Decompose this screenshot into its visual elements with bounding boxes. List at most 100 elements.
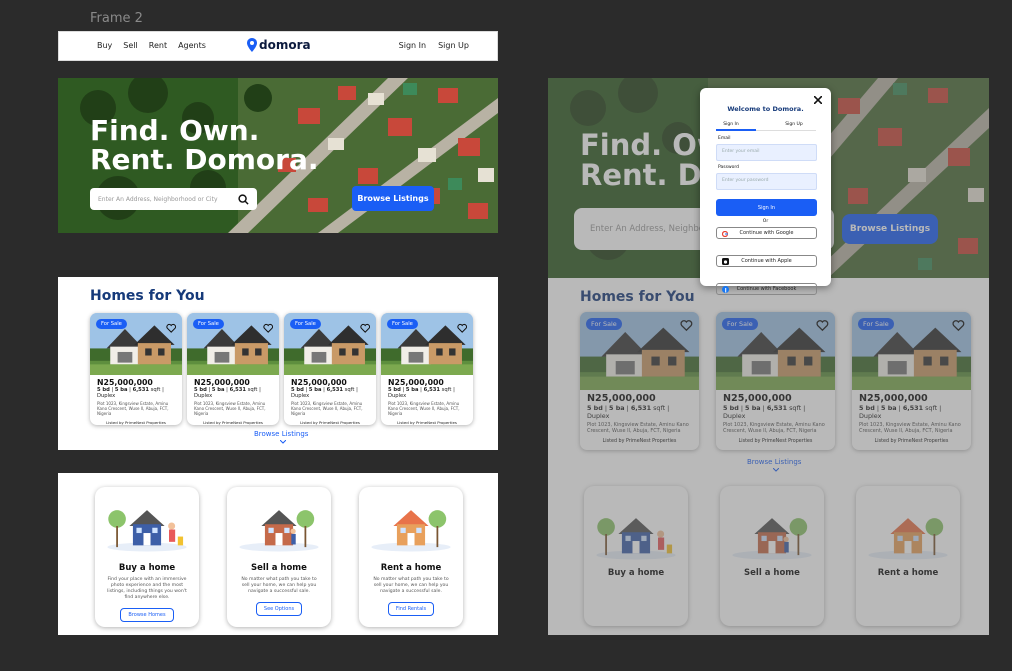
apple-icon — [722, 258, 729, 265]
listed-by: Listed by PrimeNest Properties — [203, 419, 263, 425]
rent-illustration-icon — [371, 510, 451, 552]
service-desc: No matter what path you take to sell you… — [241, 577, 317, 594]
modal-title: Welcome to Domora. — [727, 105, 804, 113]
listing-photo: For Sale — [187, 313, 279, 375]
sqft: 6,531 — [132, 387, 149, 393]
listing-stats: 5 bd | 5 ba | 6,531 sqft | Duplex — [97, 387, 164, 399]
listing-address: Plot 1023, Kingsview Estate, Aminu Kano … — [291, 401, 363, 417]
nav-auth: Sign In Sign Up — [399, 41, 469, 50]
listing-stats: 5 bd | 5 ba | 6,531 sqft | Duplex — [194, 387, 261, 399]
listing-stats: 5 bd | 5 ba | 6,531 sqft | Duplex — [291, 387, 358, 399]
sqft-unit: sqft — [247, 387, 258, 393]
listing-address: Plot 1023, Kingsview Estate, Aminu Kano … — [97, 401, 169, 417]
google-button[interactable]: Continue with Google — [716, 227, 817, 239]
property-type: Duplex — [388, 393, 407, 399]
sign-up-link[interactable]: Sign Up — [438, 41, 469, 50]
favorite-button[interactable] — [165, 318, 176, 337]
heart-icon[interactable] — [165, 323, 176, 333]
hero-line-1: Find. Own. — [90, 114, 260, 147]
heart-icon[interactable] — [262, 323, 273, 333]
property-type: Duplex — [97, 393, 116, 399]
heart-icon[interactable] — [359, 323, 370, 333]
favorite-button[interactable] — [262, 318, 273, 337]
apple-label: Continue with Apple — [741, 258, 792, 264]
search-icon[interactable] — [238, 193, 249, 205]
service-title: Buy a home — [118, 563, 176, 573]
google-label: Continue with Google — [739, 230, 794, 236]
listing-photo: For Sale — [90, 313, 182, 375]
baths: 5 ba — [211, 387, 225, 393]
listing-photo: For Sale — [284, 313, 376, 375]
hero-title: Find. Own. Rent. Domora. — [90, 116, 318, 175]
chevron-down-icon[interactable] — [280, 440, 286, 444]
apple-button[interactable]: Continue with Apple — [716, 255, 817, 267]
or-divider: Or — [762, 219, 769, 224]
browse-listings-link[interactable]: Browse Listings — [254, 430, 308, 438]
sell-illustration-icon — [239, 510, 319, 552]
close-icon[interactable] — [814, 96, 822, 104]
listed-by: Listed by PrimeNest Properties — [300, 419, 360, 425]
search-box[interactable]: Enter An Address, Neighborhood or City — [90, 188, 257, 210]
listed-by: Listed by PrimeNest Properties — [397, 419, 457, 425]
sqft-unit: sqft — [150, 387, 161, 393]
property-type: Duplex — [291, 393, 310, 399]
tab-sign-in[interactable]: Sign In — [716, 122, 746, 127]
sqft: 6,531 — [326, 387, 343, 393]
service-card-buy[interactable]: Buy a home Find your place with an immer… — [95, 487, 199, 627]
baths: 5 ba — [405, 387, 419, 393]
service-button[interactable]: Find Rentals — [387, 601, 435, 616]
listing-price: N25,000,000 — [291, 378, 347, 387]
top-nav: Buy Sell Rent Agents domora Sign In Sign… — [58, 31, 498, 61]
active-tab-indicator — [716, 129, 756, 131]
email-label: Email — [718, 136, 731, 141]
service-card-rent[interactable]: Rent a home No matter what path you take… — [359, 487, 463, 627]
sqft-unit: sqft — [441, 387, 452, 393]
nav-link-sell[interactable]: Sell — [123, 41, 137, 50]
google-icon — [722, 231, 728, 237]
email-field[interactable]: Enter your email — [716, 144, 817, 161]
homes-title: Homes for You — [90, 288, 205, 304]
listing-price: N25,000,000 — [194, 378, 250, 387]
baths: 5 ba — [114, 387, 128, 393]
nav-link-rent[interactable]: Rent — [149, 41, 167, 50]
logo-text: domora — [259, 38, 311, 52]
listed-by: Listed by PrimeNest Properties — [106, 419, 166, 425]
logo[interactable]: domora — [247, 38, 311, 52]
listing-card[interactable]: For Sale N25,000,000 5 bd | 5 ba | 6,531… — [90, 313, 182, 425]
nav-links: Buy Sell Rent Agents — [97, 41, 206, 50]
password-field[interactable]: Enter your password — [716, 173, 817, 190]
sign-in-modal: Welcome to Domora. Sign In Sign Up Email… — [700, 88, 831, 295]
tab-sign-up[interactable]: Sign Up — [779, 122, 809, 127]
listing-card[interactable]: For Sale N25,000,000 5 bd | 5 ba | 6,531… — [284, 313, 376, 425]
for-sale-badge: For Sale — [193, 319, 224, 329]
nav-link-agents[interactable]: Agents — [178, 41, 206, 50]
heart-icon[interactable] — [456, 323, 467, 333]
facebook-button[interactable]: Continue with Facebook — [716, 283, 817, 295]
property-type: Duplex — [194, 393, 213, 399]
favorite-button[interactable] — [359, 318, 370, 337]
password-label: Password — [718, 165, 740, 170]
favorite-button[interactable] — [456, 318, 467, 337]
facebook-label: Continue with Facebook — [736, 286, 797, 292]
listing-price: N25,000,000 — [388, 378, 444, 387]
baths: 5 ba — [308, 387, 322, 393]
browse-listings-button[interactable]: Browse Listings — [352, 186, 434, 211]
service-button[interactable]: See Options — [255, 601, 303, 616]
listing-card[interactable]: For Sale N25,000,000 5 bd | 5 ba | 6,531… — [381, 313, 473, 425]
sign-in-submit-button[interactable]: Sign In — [716, 199, 817, 216]
nav-link-buy[interactable]: Buy — [97, 41, 112, 50]
service-card-sell[interactable]: Sell a home No matter what path you take… — [227, 487, 331, 627]
facebook-icon — [722, 286, 729, 293]
for-sale-badge: For Sale — [290, 319, 321, 329]
sign-in-link[interactable]: Sign In — [399, 41, 426, 50]
sqft: 6,531 — [423, 387, 440, 393]
listing-card[interactable]: For Sale N25,000,000 5 bd | 5 ba | 6,531… — [187, 313, 279, 425]
service-button[interactable]: Browse Homes — [120, 607, 174, 622]
for-sale-badge: For Sale — [96, 319, 127, 329]
service-title: Rent a home — [380, 563, 442, 573]
sqft-unit: sqft — [344, 387, 355, 393]
for-sale-badge: For Sale — [387, 319, 418, 329]
location-pin-icon — [247, 38, 257, 52]
search-placeholder: Enter An Address, Neighborhood or City — [98, 195, 218, 203]
homes-section: Homes for You For Sale N25,000,000 5 bd … — [58, 277, 498, 450]
